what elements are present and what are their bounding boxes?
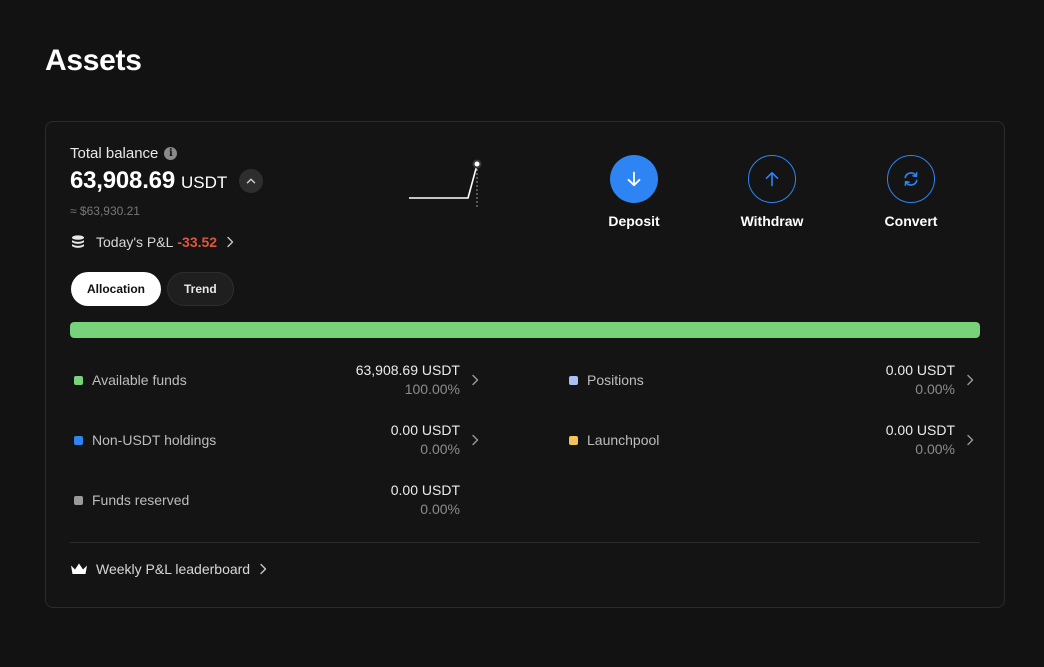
chevron-right-icon <box>464 374 480 386</box>
allocation-name: Non-USDT holdings <box>92 432 217 448</box>
collapse-balance-button[interactable] <box>239 169 264 193</box>
chevron-up-icon <box>247 178 256 184</box>
allocation-values: 0.00 USDT 0.00% <box>391 421 460 459</box>
todays-pnl-link[interactable]: Today's P&L -33.52 <box>70 234 235 250</box>
balance-sparkline <box>409 159 482 207</box>
balance-usd-approx: ≈ $63,930.21 <box>70 204 140 218</box>
allocation-values: 0.00 USDT 0.00% <box>886 361 955 399</box>
balance-row: 63,908.69 USDT <box>70 167 264 195</box>
total-balance-label: Total balance <box>70 145 159 162</box>
launchpool-dot <box>569 435 578 445</box>
allocation-percent: 0.00% <box>420 501 460 517</box>
allocation-values: 0.00 USDT 0.00% <box>391 481 460 519</box>
allocation-values: 0.00 USDT 0.00% <box>886 421 955 459</box>
funds-reserved-dot <box>74 495 83 505</box>
page-title: Assets <box>45 44 142 77</box>
allocation-percent: 0.00% <box>420 441 460 457</box>
tab-allocation[interactable]: Allocation <box>71 272 162 306</box>
assets-card: Total balance i 63,908.69 USDT ≈ $63,930… <box>45 121 1005 608</box>
weekly-pnl-leaderboard-link[interactable]: Weekly P&L leaderboard <box>70 561 268 577</box>
allocation-amount: 0.00 USDT <box>885 362 955 378</box>
crown-icon <box>70 562 88 576</box>
non-usdt-holdings-dot <box>74 435 83 445</box>
allocation-name: Launchpool <box>587 432 660 448</box>
allocation-amount: 0.00 USDT <box>390 482 460 498</box>
tab-trend[interactable]: Trend <box>167 272 234 306</box>
allocation-amount: 0.00 USDT <box>885 422 955 438</box>
allocation-bar-fill <box>70 322 980 338</box>
arrow-up-icon <box>765 172 779 187</box>
allocation-name: Positions <box>587 372 644 388</box>
todays-pnl-value: -33.52 <box>177 234 218 250</box>
allocation-percent: 0.00% <box>915 381 955 397</box>
balance-unit: USDT <box>180 173 228 192</box>
allocation-row-funds-reserved: Funds reserved 0.00 USDT 0.00% <box>70 478 480 522</box>
convert-button[interactable]: Convert <box>866 155 956 229</box>
allocation-bar <box>70 322 980 338</box>
chevron-right-icon <box>258 563 268 575</box>
allocation-row-available-funds[interactable]: Available funds 63,908.69 USDT 100.00% <box>70 358 480 402</box>
deposit-label: Deposit <box>608 213 660 229</box>
deposit-icon-circle <box>610 155 658 203</box>
chevron-right-icon <box>959 374 975 386</box>
allocation-row-non-usdt-holdings[interactable]: Non-USDT holdings 0.00 USDT 0.00% <box>70 418 480 462</box>
allocation-amount: 63,908.69 USDT <box>355 362 460 378</box>
allocation-amount: 0.00 USDT <box>390 422 460 438</box>
allocation-name: Available funds <box>92 372 187 388</box>
allocation-name: Funds reserved <box>92 492 190 508</box>
coins-icon <box>70 234 86 250</box>
balance-amount: 63,908.69 <box>70 167 175 194</box>
positions-dot <box>569 375 578 385</box>
leaderboard-label: Weekly P&L leaderboard <box>96 561 251 577</box>
allocation-row-launchpool[interactable]: Launchpool 0.00 USDT 0.00% <box>565 418 975 462</box>
withdraw-button[interactable]: Withdraw <box>727 155 817 229</box>
withdraw-label: Withdraw <box>740 213 804 229</box>
total-balance-header: Total balance i <box>70 145 178 162</box>
divider <box>70 542 980 543</box>
arrow-down-icon <box>627 171 641 187</box>
allocation-values: 63,908.69 USDT 100.00% <box>356 361 460 399</box>
view-tabs: Allocation Trend <box>71 272 234 306</box>
todays-pnl-label: Today's P&L <box>96 234 174 250</box>
chevron-right-icon <box>464 434 480 446</box>
allocation-percent: 0.00% <box>915 441 955 457</box>
chevron-right-icon <box>225 236 235 248</box>
refresh-icon <box>904 172 918 186</box>
available-funds-dot <box>74 375 83 385</box>
allocation-row-positions[interactable]: Positions 0.00 USDT 0.00% <box>565 358 975 402</box>
info-icon[interactable]: i <box>164 147 178 160</box>
convert-label: Convert <box>884 213 938 229</box>
withdraw-icon-circle <box>748 155 796 203</box>
deposit-button[interactable]: Deposit <box>589 155 679 229</box>
convert-icon-circle <box>887 155 935 203</box>
chevron-right-icon <box>959 434 975 446</box>
allocation-percent: 100.00% <box>404 381 460 397</box>
